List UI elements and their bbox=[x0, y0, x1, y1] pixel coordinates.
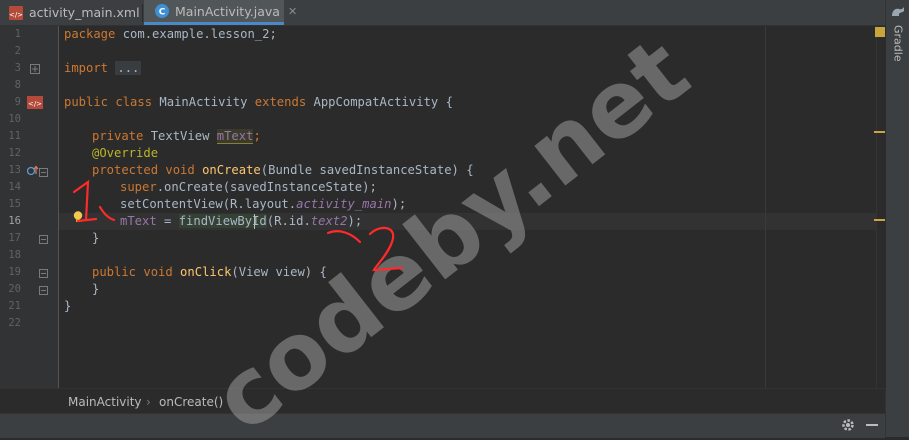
warning-marker[interactable] bbox=[874, 219, 885, 221]
folded-imports[interactable]: ... bbox=[115, 61, 142, 75]
tab-divider bbox=[142, 4, 143, 22]
line-number: 15 bbox=[8, 198, 21, 210]
line-number: 14 bbox=[8, 181, 21, 193]
breadcrumb: MainActivity › onCreate() bbox=[0, 388, 885, 414]
annotation-two bbox=[326, 226, 404, 272]
right-tool-strip: Gradle bbox=[885, 0, 909, 437]
code-line-19: public void onClick(View view) { bbox=[92, 265, 327, 279]
line-number: 2 bbox=[14, 45, 21, 57]
line-number: 12 bbox=[8, 147, 21, 159]
fold-icon[interactable] bbox=[39, 267, 48, 281]
svg-text:C: C bbox=[159, 8, 166, 18]
code-line-17: } bbox=[92, 231, 100, 245]
line-number: 3 bbox=[14, 62, 21, 74]
code-line-13: protected void onCreate(Bundle savedInst… bbox=[92, 163, 474, 177]
line-number: 13 bbox=[8, 164, 21, 176]
fold-icon[interactable] bbox=[39, 284, 48, 298]
tab-label: MainActivity.java bbox=[175, 3, 280, 19]
code-line-21: } bbox=[64, 299, 72, 313]
line-number: 17 bbox=[8, 232, 21, 244]
line-number: 9 bbox=[14, 96, 21, 108]
vertical-scrollbar[interactable] bbox=[876, 26, 886, 388]
code-line-15: setContentView(R.layout.activity_main); bbox=[120, 197, 407, 211]
gradle-label: Gradle bbox=[891, 25, 905, 62]
code-line-20: } bbox=[92, 282, 100, 296]
line-number: 11 bbox=[8, 130, 21, 142]
status-bar bbox=[0, 413, 885, 438]
inspection-status-icon[interactable] bbox=[875, 27, 885, 37]
svg-text:</>: </> bbox=[9, 11, 23, 19]
gear-icon[interactable] bbox=[841, 418, 855, 435]
line-number: 20 bbox=[8, 283, 21, 295]
xml-file-icon: </> bbox=[8, 5, 24, 21]
code-line-12: @Override bbox=[92, 146, 159, 160]
right-margin-guide bbox=[765, 26, 766, 388]
code-line-14: super.onCreate(savedInstanceState); bbox=[120, 180, 377, 194]
lightbulb-icon[interactable] bbox=[72, 210, 84, 227]
editor-gutter[interactable]: 1 2 3 8 9 10 11 12 13 14 15 16 17 18 19 … bbox=[0, 26, 83, 388]
line-number: 16 bbox=[8, 215, 21, 227]
line-number: 18 bbox=[8, 249, 21, 261]
override-method-icon[interactable] bbox=[26, 165, 39, 179]
breadcrumb-method[interactable]: onCreate() bbox=[159, 395, 223, 409]
line-number: 22 bbox=[8, 317, 21, 329]
gradle-icon bbox=[891, 6, 905, 21]
android-manifest-icon[interactable]: </> bbox=[27, 96, 43, 112]
line-number: 10 bbox=[8, 113, 21, 125]
minimize-icon[interactable] bbox=[866, 424, 878, 426]
tab-main-activity-java[interactable]: C MainActivity.java ✕ bbox=[144, 0, 297, 25]
line-number: 19 bbox=[8, 266, 21, 278]
tab-activity-main-xml[interactable]: </> activity_main.xml ✕ bbox=[0, 0, 157, 25]
breadcrumb-separator: › bbox=[146, 395, 151, 409]
svg-text:</>: </> bbox=[28, 100, 42, 108]
code-line-3: import ... bbox=[64, 61, 142, 75]
fold-icon[interactable] bbox=[39, 166, 48, 180]
text-cursor bbox=[254, 214, 255, 229]
close-icon[interactable]: ✕ bbox=[288, 5, 297, 18]
gradle-tool-button[interactable]: Gradle bbox=[889, 6, 907, 62]
breadcrumb-class[interactable]: MainActivity bbox=[68, 395, 142, 409]
tab-label: activity_main.xml bbox=[29, 5, 140, 20]
fold-icon[interactable] bbox=[39, 233, 48, 247]
line-number: 1 bbox=[14, 28, 21, 40]
code-line-1: package com.example.lesson_2; bbox=[64, 27, 277, 41]
watermark-text: codeby.net bbox=[193, 20, 708, 440]
line-number: 8 bbox=[14, 79, 21, 91]
code-line-9: public class MainActivity extends AppCom… bbox=[64, 95, 453, 109]
fold-icon[interactable] bbox=[30, 63, 40, 77]
code-line-11: private TextView mText; bbox=[92, 129, 261, 144]
watermark: codeby.net bbox=[193, 20, 708, 440]
line-number: 21 bbox=[8, 300, 21, 312]
code-line-16: mText = findViewById(R.id.text2); bbox=[120, 214, 363, 228]
java-class-icon: C bbox=[154, 3, 170, 19]
editor-tab-bar: </> activity_main.xml ✕ C MainActivity.j… bbox=[0, 0, 885, 26]
warning-marker[interactable] bbox=[874, 131, 885, 133]
